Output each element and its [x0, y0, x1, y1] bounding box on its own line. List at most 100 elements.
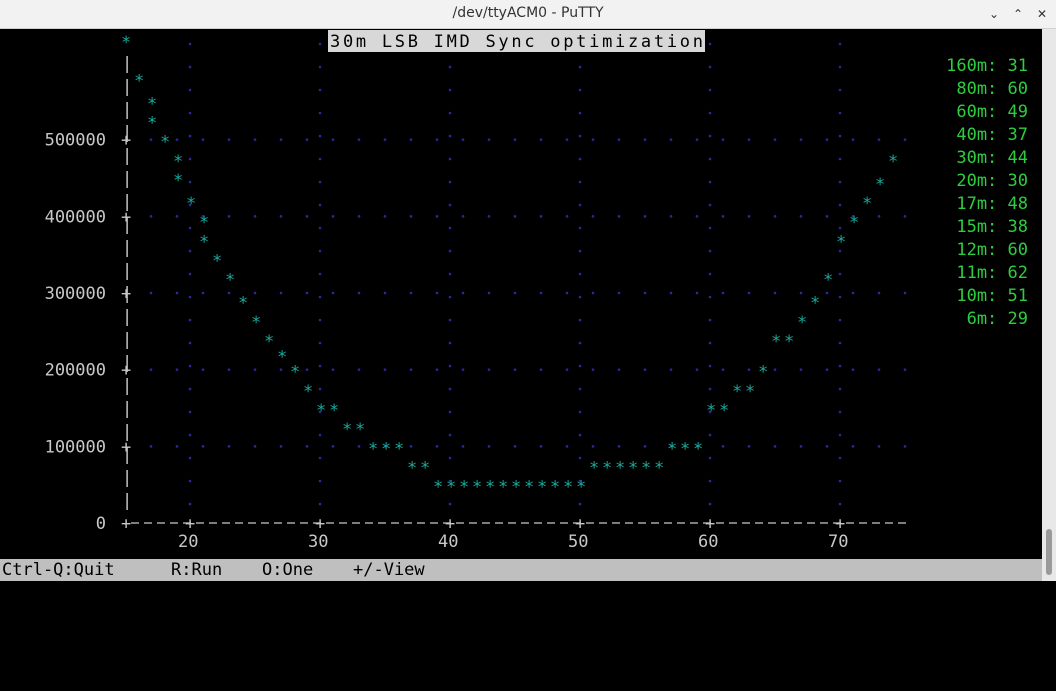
grid-dot: [188, 318, 192, 322]
data-point: *: [628, 459, 638, 479]
grid-dot: [578, 157, 582, 161]
grid-dot: [838, 502, 842, 506]
grid-dot: [175, 215, 179, 218]
data-point: *: [641, 459, 651, 479]
grid-dot: [188, 272, 192, 276]
y-tick-label: 100000: [45, 437, 106, 457]
grid-dot: [695, 215, 699, 218]
y-tick-plus: +: [121, 361, 131, 381]
grid-dot: [188, 364, 192, 368]
grid-dot: [838, 318, 842, 322]
grid-dot: [448, 456, 452, 460]
y-tick-label: 400000: [45, 207, 106, 227]
y-tick-plus: +: [121, 284, 131, 304]
grid-dot: [747, 445, 751, 448]
grid-dot: [448, 180, 452, 184]
data-point: *: [173, 171, 183, 191]
data-point: *: [810, 294, 820, 314]
grid-dot: [448, 295, 452, 299]
title-bar[interactable]: /dev/ttyACM0 - PuTTY ⌄ ⌃ ✕: [0, 0, 1056, 29]
grid-dot: [175, 368, 179, 371]
grid-dot: [539, 291, 543, 295]
grid-dot: [305, 138, 309, 141]
grid-dot: [409, 445, 413, 448]
grid-dot: [318, 318, 322, 322]
data-point: *: [862, 194, 872, 214]
band-entry: 11m: 62: [956, 263, 1028, 283]
grid-dot: [409, 291, 413, 295]
data-point: *: [381, 439, 391, 459]
grid-dot: [448, 410, 452, 414]
grid-dot: [695, 368, 699, 371]
maximize-icon[interactable]: ⌃: [1009, 5, 1027, 23]
data-point: *: [394, 439, 404, 459]
grid-dot: [708, 65, 712, 69]
grid-dot: [851, 138, 855, 141]
grid-dot: [149, 368, 153, 371]
x-tick-label: 70: [828, 532, 848, 552]
grid-dot: [188, 502, 192, 506]
grid-dot: [448, 272, 452, 276]
grid-dot: [838, 272, 842, 276]
data-point: *: [303, 382, 313, 402]
grid-dot: [318, 387, 322, 391]
data-point: *: [225, 271, 235, 291]
grid-dot: [799, 445, 803, 448]
grid-dot: [708, 88, 712, 92]
band-entry: 40m: 37: [956, 125, 1028, 145]
grid-dot: [253, 445, 257, 448]
grid-dot: [253, 215, 257, 218]
data-point: *: [199, 213, 209, 233]
data-point: *: [875, 175, 885, 195]
grid-dot: [188, 42, 192, 46]
grid-dot: [318, 134, 322, 138]
terminal-area[interactable]: | | | | | | | | | | | | | | | | | | | | 500000 +400000 +300000…: [2, 29, 1042, 559]
close-icon[interactable]: ✕: [1033, 5, 1051, 23]
grid-dot: [318, 88, 322, 92]
grid-dot: [838, 433, 842, 437]
grid-dot: [188, 295, 192, 299]
grid-dot: [539, 445, 543, 448]
data-point: *: [563, 478, 573, 498]
grid-dot: [617, 291, 621, 295]
minimize-icon[interactable]: ⌄: [985, 5, 1003, 23]
grid-dot: [318, 249, 322, 253]
grid-dot: [578, 111, 582, 115]
data-point: *: [316, 401, 326, 421]
grid-dot: [669, 138, 673, 141]
grid-dot: [188, 88, 192, 92]
grid-dot: [825, 445, 829, 448]
grid-dot: [721, 138, 725, 141]
grid-dot: [799, 215, 803, 218]
scrollbar-thumb[interactable]: [1046, 529, 1052, 575]
grid-dot: [188, 341, 192, 345]
grid-dot: [578, 387, 582, 391]
band-entry: 15m: 38: [956, 217, 1028, 237]
grid-dot: [201, 291, 205, 295]
grid-dot: [838, 65, 842, 69]
grid-dot: [448, 387, 452, 391]
grid-dot: [838, 42, 842, 46]
grid-dot: [188, 111, 192, 115]
grid-dot: [578, 88, 582, 92]
grid-dot: [747, 291, 751, 295]
grid-dot: [318, 272, 322, 276]
grid-dot: [825, 138, 829, 141]
grid-dot: [838, 456, 842, 460]
scrollbar[interactable]: [1042, 29, 1056, 581]
grid-dot: [357, 291, 361, 295]
grid-dot: [318, 364, 322, 368]
data-point: *: [173, 152, 183, 172]
grid-dot: [838, 88, 842, 92]
grid-dot: [227, 368, 231, 371]
y-axis-bar: |: [122, 100, 132, 120]
data-point: *: [355, 420, 365, 440]
data-point: *: [732, 382, 742, 402]
y-tick-label: 200000: [45, 361, 106, 381]
data-point: *: [212, 252, 222, 272]
y-tick-plus: +: [121, 207, 131, 227]
data-point: *: [888, 152, 898, 172]
data-point: *: [368, 439, 378, 459]
data-point: *: [199, 232, 209, 252]
grid-dot: [708, 134, 712, 138]
